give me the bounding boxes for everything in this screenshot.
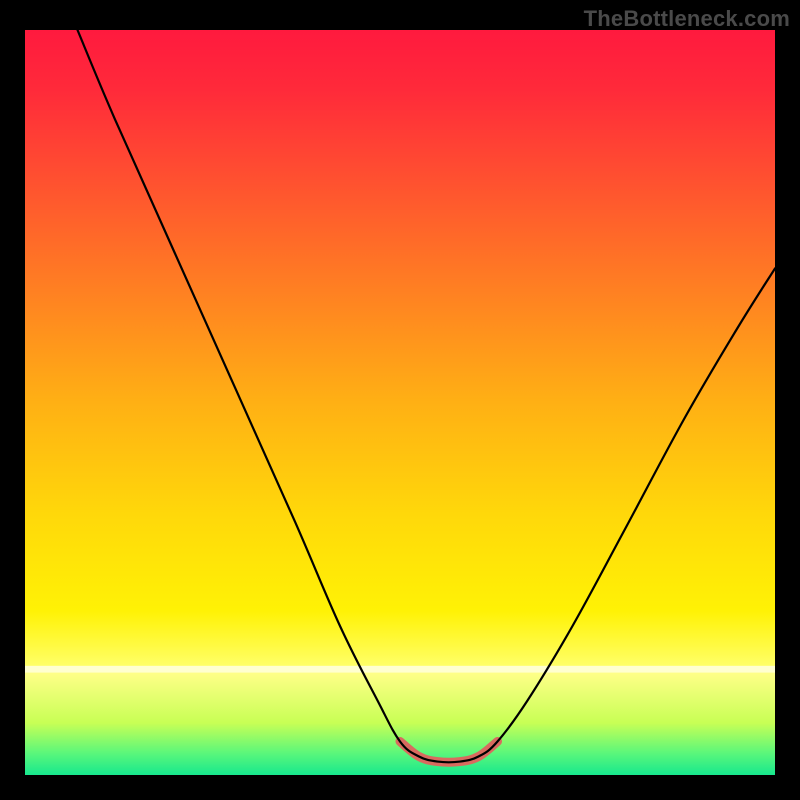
- bottleneck-chart: [0, 0, 800, 800]
- chart-stage: TheBottleneck.com: [0, 0, 800, 800]
- gradient-background: [25, 30, 775, 775]
